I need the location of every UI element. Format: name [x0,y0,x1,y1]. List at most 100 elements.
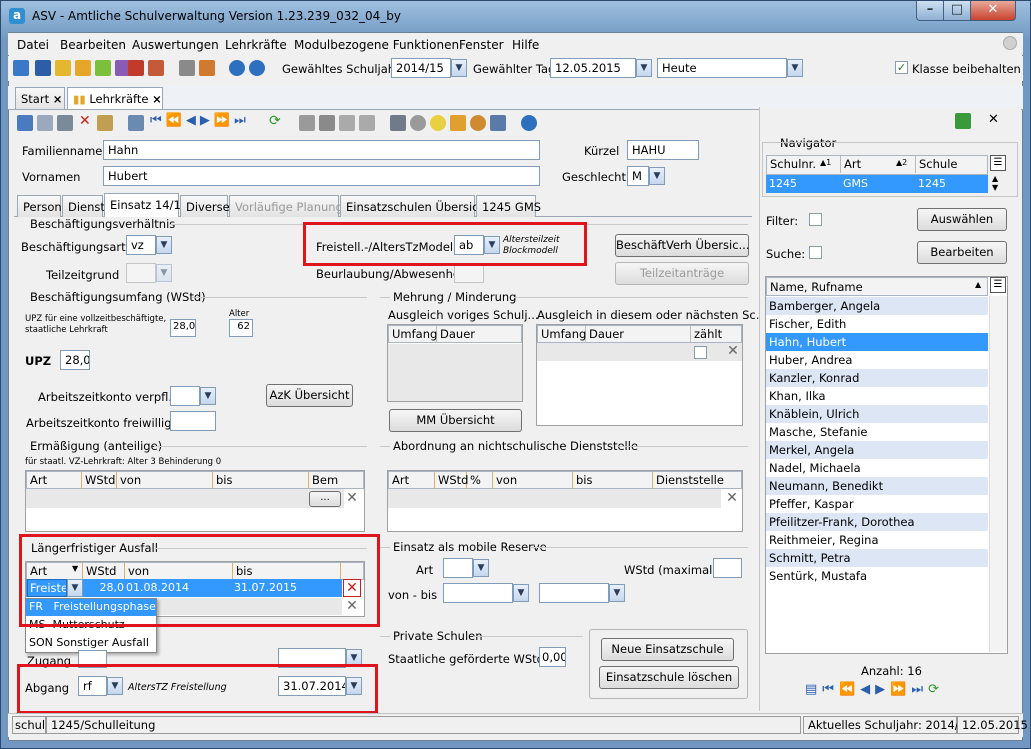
close-button[interactable]: ✕ [970,1,1016,21]
list-icon[interactable] [128,115,144,131]
bem-more-button[interactable]: ... [309,491,341,507]
scroll-arrows-icon[interactable]: ▲ ▼ [992,174,998,192]
chevron-down-icon[interactable]: ▼ [609,584,625,602]
school-icon[interactable] [13,60,29,76]
staatlich-field[interactable]: 0,00 [539,647,566,667]
tab-dienst[interactable]: Dienst [62,195,105,217]
bus-icon[interactable] [35,60,51,76]
relative-day-select[interactable]: Heute [657,58,787,78]
school-row[interactable]: 1245 GMS 1245 [766,175,988,193]
report-icon[interactable] [199,60,215,76]
delete-row-icon[interactable]: ✕ [724,343,742,361]
menu-datei[interactable]: Datei [17,38,49,52]
chevron-down-icon[interactable]: ▼ [156,264,172,282]
teacher-list-item[interactable]: Merkel, Angela [766,441,988,459]
kuerzel-field[interactable]: HAHU [627,140,699,160]
teacher-list-item[interactable]: Schmitt, Petra [766,549,988,567]
teacher-list-item[interactable]: Kanzler, Konrad [766,369,988,387]
beschaeftigungsart-select[interactable]: vz [126,235,156,255]
teacher-list-item[interactable]: Knäblein, Ulrich [766,405,988,423]
mobile-bis-field[interactable] [539,583,609,603]
chevron-down-icon[interactable]: ▼ [649,167,665,185]
schuljahr-select[interactable]: 2014/15 [391,58,451,78]
menu-auswertungen[interactable]: Auswertungen [132,38,219,52]
broom-icon[interactable] [450,115,466,131]
menu-modulbezogene-funktionen[interactable]: Modulbezogene Funktionen [294,38,459,52]
close-icon[interactable]: ✕ [988,112,999,127]
teacher-list-item[interactable]: Bamberger, Angela [766,297,988,315]
azk-frei-field[interactable] [170,411,216,431]
undo-icon[interactable] [57,115,73,131]
column-chooser-icon[interactable]: ☰ [990,277,1006,293]
tab-lehrkraefte[interactable]: ▮▮ Lehrkräfte × [67,87,163,109]
message-icon[interactable] [95,60,111,76]
tab-start[interactable]: Start × [15,87,65,109]
neue-einsatzschule-button[interactable]: Neue Einsatzschule [601,638,734,661]
teilzeitantraege-button[interactable]: Teilzeitanträge [615,262,749,285]
calendar-icon[interactable] [148,60,164,76]
tab-1245-gms[interactable]: 1245 GMS [476,195,541,217]
list-navigation-icons[interactable]: ▤⏮⏪◀▶⏩⏭⟳ [805,682,944,697]
minimize-button[interactable]: – [916,1,944,21]
mobile-art-select[interactable] [443,558,473,578]
close-icon[interactable]: × [53,92,63,106]
einsatzschule-loeschen-button[interactable]: Einsatzschule löschen [599,666,739,689]
teacher-list-item[interactable]: Sentürk, Mustafa [766,567,988,585]
tab-einsatzschulen-uebersicht[interactable]: Einsatzschulen Übersicht [340,195,490,217]
refresh-icon[interactable]: ⟳ [269,113,281,129]
teacher-list-header[interactable]: Name, Rufname [766,277,988,296]
info-icon[interactable] [229,60,245,76]
save-icon[interactable] [17,115,33,131]
delete-row-icon[interactable]: ✕ [723,490,741,508]
settings-icon[interactable] [490,115,506,131]
bearbeiten-button[interactable]: Bearbeiten [917,241,1007,264]
lightbulb-icon[interactable] [430,115,446,131]
menu-lehrkraefte[interactable]: Lehrkräfte [225,38,287,52]
back-icon[interactable] [299,115,315,131]
teacher-list-item[interactable]: Khan, Ilka [766,387,988,405]
tab-einsatz[interactable]: Einsatz 14/15 [104,193,188,217]
tab-diverses[interactable]: Diverses [180,195,236,217]
delete-row-icon[interactable]: ✕ [343,490,361,508]
tab-vorlaeufige-planung[interactable]: Vorläufige Planung [229,195,343,217]
delete-icon[interactable]: ✕ [79,113,91,129]
abordnung-new-row[interactable] [388,489,721,508]
help-icon[interactable] [249,60,265,76]
azk-verpfl-select[interactable] [170,386,200,406]
print-icon[interactable] [390,115,406,131]
maximize-button[interactable]: □ [943,1,971,21]
close-icon[interactable]: × [152,92,162,106]
vornamen-field[interactable]: Hubert [103,166,540,186]
teacher-list-item[interactable]: Pfeffer, Kaspar [766,495,988,513]
teacher-list-item[interactable]: Hahn, Hubert [766,333,988,351]
geschlecht-select[interactable]: M [627,166,649,186]
filter-checkbox[interactable] [809,213,822,226]
form-icon[interactable] [97,115,113,131]
paste-icon[interactable] [359,115,375,131]
teachers-icon[interactable] [55,60,71,76]
beurlaubung-select[interactable] [454,263,484,283]
sync-icon[interactable] [955,113,971,129]
teacher-list-item[interactable]: Reithmeier, Regina [766,531,988,549]
copy-windows-icon[interactable] [179,60,195,76]
teilzeitgrund-select[interactable] [126,263,156,283]
chevron-down-icon[interactable]: ▼ [200,387,216,405]
teacher-list-item[interactable]: Masche, Stefanie [766,423,988,441]
chevron-down-icon[interactable]: ▼ [787,59,803,77]
book-icon[interactable] [128,60,144,76]
azk-uebersicht-button[interactable]: AzK Übersicht [266,384,353,407]
clock-icon[interactable] [470,115,486,131]
upz-field[interactable]: 28,0 [60,350,90,370]
col-schule[interactable]: Schule [916,156,988,173]
save-all-icon[interactable] [37,115,53,131]
record-navigation-icons[interactable]: ⏮⏪◀▶⏩⏭ [150,113,250,128]
tag-date-field[interactable]: 12.05.2015 [550,58,636,78]
copy-icon[interactable] [339,115,355,131]
auswaehlen-button[interactable]: Auswählen [917,208,1007,231]
cut-icon[interactable] [319,115,335,131]
chevron-down-icon[interactable]: ▼ [473,559,489,577]
menu-bearbeiten[interactable]: Bearbeiten [60,38,126,52]
menu-fenster[interactable]: Fenster [459,38,504,52]
mobile-wstd-field[interactable] [713,558,742,578]
menu-hilfe[interactable]: Hilfe [512,38,539,52]
